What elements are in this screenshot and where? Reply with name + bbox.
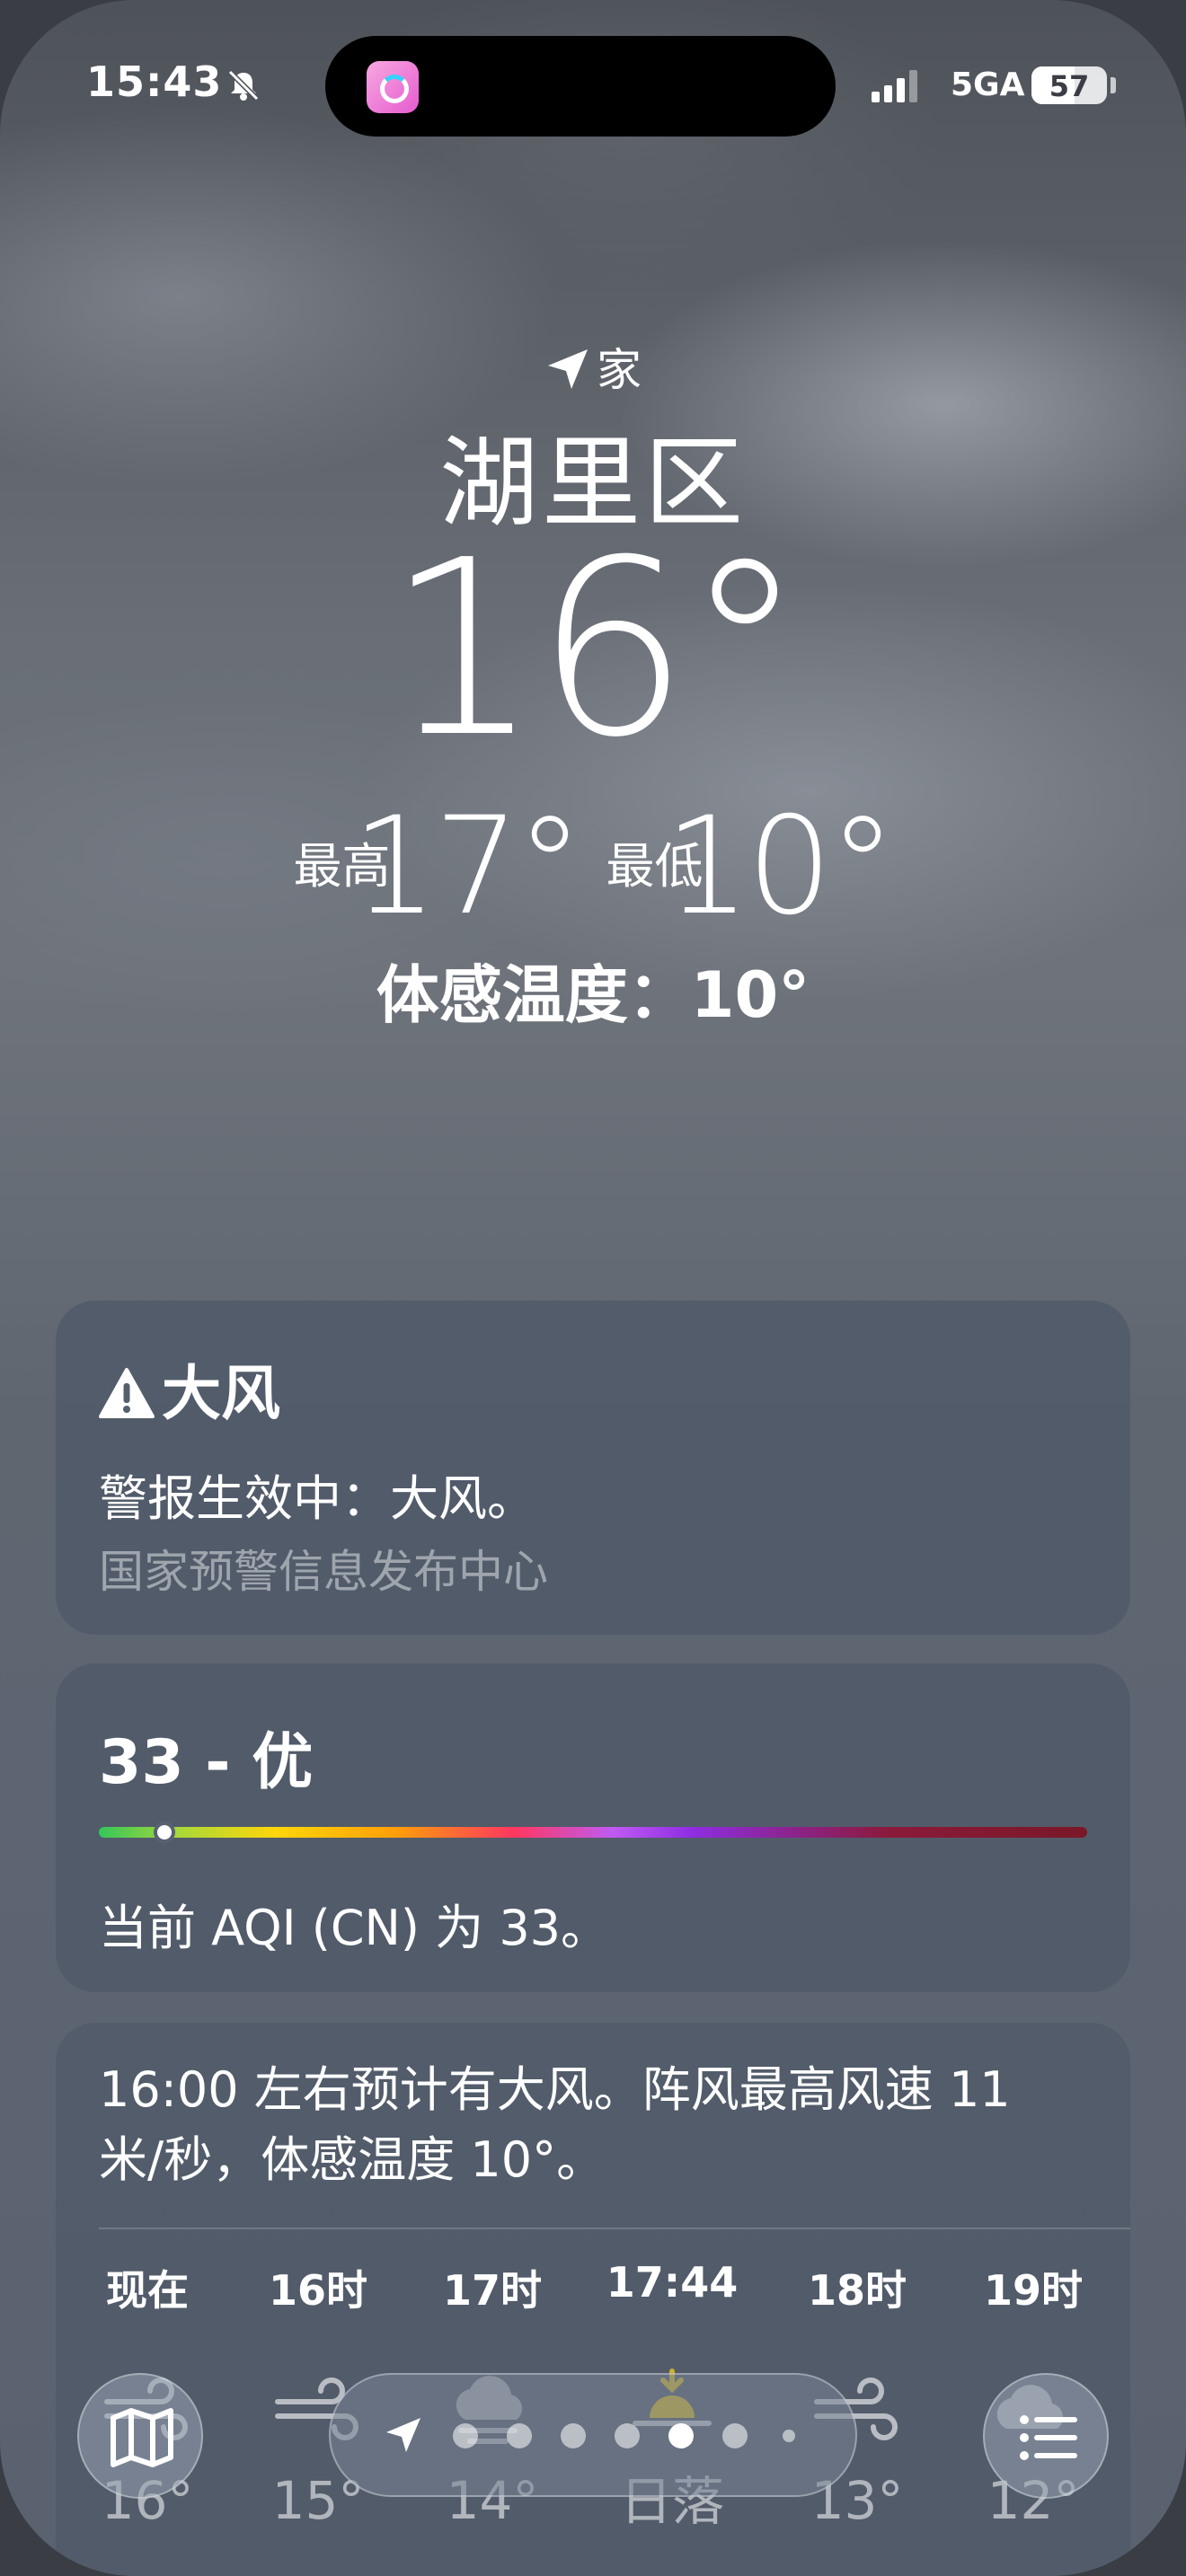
bell-off-icon (227, 69, 260, 101)
hour-label: 19时 (983, 2266, 1083, 2315)
location-arrow-icon (548, 349, 588, 389)
hour-label: 17时 (442, 2266, 542, 2315)
aqi-title: 33 - 优 (99, 1727, 314, 1798)
feels-like: 体感温度：10° (376, 958, 810, 1032)
alert-message: 警报生效中：大风。 (99, 1470, 535, 1527)
battery-icon: 57 (1031, 66, 1107, 104)
low-label: 最低 (606, 838, 704, 895)
hour-label: 18时 (807, 2266, 907, 2315)
location-arrow-icon (386, 2418, 420, 2452)
aqi-scale-bar (99, 1827, 1087, 1838)
page-indicator[interactable] (329, 2373, 857, 2497)
high-temp: 17° (351, 789, 584, 945)
battery-tip (1111, 77, 1116, 93)
page-dot[interactable] (668, 2423, 694, 2448)
location-name: 家 (597, 344, 642, 396)
page-dot[interactable] (507, 2423, 532, 2448)
low-temp: 10° (664, 789, 897, 945)
dynamic-island[interactable] (325, 36, 836, 137)
status-time: 15:43 (86, 57, 223, 106)
hour-label: 现在 (106, 2266, 189, 2315)
location-label: 家 (0, 334, 1186, 399)
aqi-marker (153, 1822, 175, 1843)
aqi-description: 当前 AQI (CN) 为 33。 (99, 1900, 610, 1956)
alert-title-row: 大风 (99, 1345, 280, 1432)
high-temp-group: 最高 17° (293, 789, 584, 945)
hour-label: 16时 (268, 2266, 367, 2315)
page-dot[interactable] (453, 2423, 478, 2448)
page-dot[interactable] (722, 2423, 748, 2448)
page-dot[interactable] (783, 2430, 795, 2442)
hour-label: 17:44 (606, 2258, 739, 2307)
current-temperature: 16° (385, 507, 806, 790)
hourly-summary: 16:00 左右预计有大风。阵风最高风速 11 米/秒，体感温度 10°。 (99, 2061, 1011, 2188)
map-button[interactable] (77, 2373, 203, 2499)
app-activity-icon[interactable] (367, 61, 419, 113)
page-dot[interactable] (561, 2423, 586, 2448)
high-label: 最高 (293, 838, 391, 895)
divider (99, 2228, 1130, 2229)
weather-screen: 15:43 5GA 57 家 湖里区 16° 最高 17° 最低 10° 体感温… (0, 0, 1186, 2576)
page-dot[interactable] (615, 2423, 640, 2448)
status-bar: 15:43 5GA 57 (0, 0, 1186, 137)
battery-percent: 57 (1049, 69, 1090, 103)
list-icon (1020, 2415, 1077, 2460)
alert-title: 大风 (162, 1359, 280, 1428)
signal-icon (872, 70, 920, 102)
air-quality-card[interactable]: 33 - 优 当前 AQI (CN) 为 33。 (56, 1663, 1130, 1992)
weather-alert-card[interactable]: 大风 警报生效中：大风。 国家预警信息发布中心 (56, 1301, 1130, 1635)
alert-source: 国家预警信息发布中心 (99, 1546, 548, 1598)
warning-triangle-icon (99, 1368, 155, 1418)
low-temp-group: 最低 10° (606, 789, 897, 945)
locations-list-button[interactable] (983, 2373, 1109, 2499)
network-type: 5GA (951, 66, 1025, 103)
map-icon (111, 2408, 173, 2467)
high-low: 最高 17° 最低 10° (0, 799, 1186, 934)
